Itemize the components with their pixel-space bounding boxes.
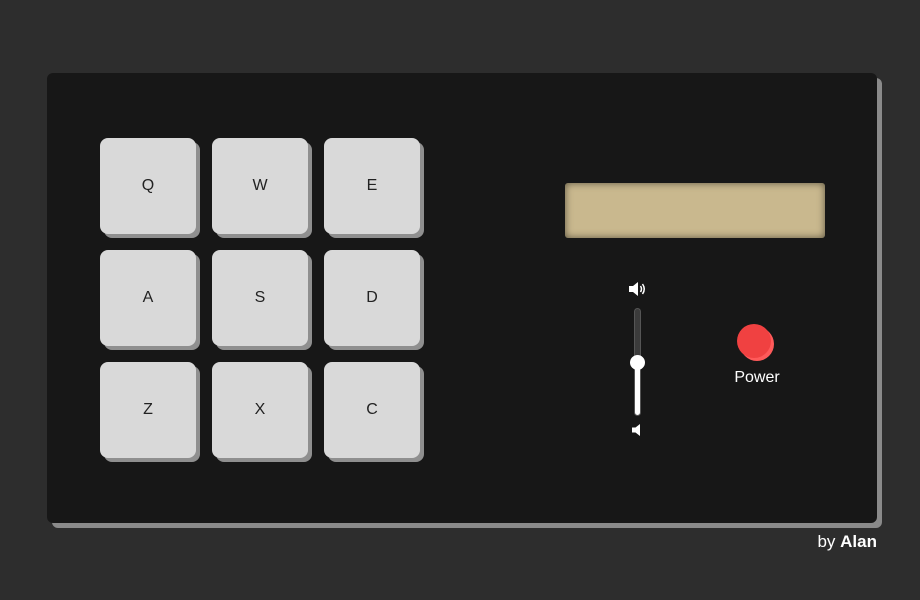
drum-pad-label: Z: [143, 401, 153, 418]
drum-pad-grid: Q W E A S D Z X C: [100, 138, 420, 458]
drum-pad-d[interactable]: D: [324, 250, 420, 346]
drum-pad-s[interactable]: S: [212, 250, 308, 346]
drum-pad-x[interactable]: X: [212, 362, 308, 458]
credit-prefix: by: [817, 532, 836, 551]
drum-pad-a[interactable]: A: [100, 250, 196, 346]
drum-pad-e[interactable]: E: [324, 138, 420, 234]
volume-up-icon: [629, 282, 645, 296]
drum-pad-w[interactable]: W: [212, 138, 308, 234]
volume-slider-thumb[interactable]: [630, 354, 645, 370]
drum-machine: Q W E A S D Z X C Power: [47, 73, 877, 523]
drum-pad-z[interactable]: Z: [100, 362, 196, 458]
credit: by Alan: [817, 532, 877, 552]
drum-pad-label: Q: [141, 177, 155, 194]
drum-pad-label: X: [254, 401, 266, 418]
credit-author: Alan: [840, 532, 877, 551]
volume-slider[interactable]: [630, 308, 645, 416]
volume-slider-fill: [635, 362, 640, 415]
drum-pad-label: S: [254, 289, 266, 306]
drum-pad-c[interactable]: C: [324, 362, 420, 458]
drum-pad-label: A: [142, 289, 154, 306]
power-label: Power: [734, 369, 780, 386]
sound-display: [565, 183, 825, 238]
drum-pad-label: E: [366, 177, 378, 194]
drum-pad-label: D: [366, 289, 378, 306]
volume-down-icon: [632, 424, 640, 436]
power-button[interactable]: [737, 324, 771, 358]
drum-pad-q[interactable]: Q: [100, 138, 196, 234]
drum-pad-label: C: [366, 401, 378, 418]
drum-pad-label: W: [252, 177, 268, 194]
